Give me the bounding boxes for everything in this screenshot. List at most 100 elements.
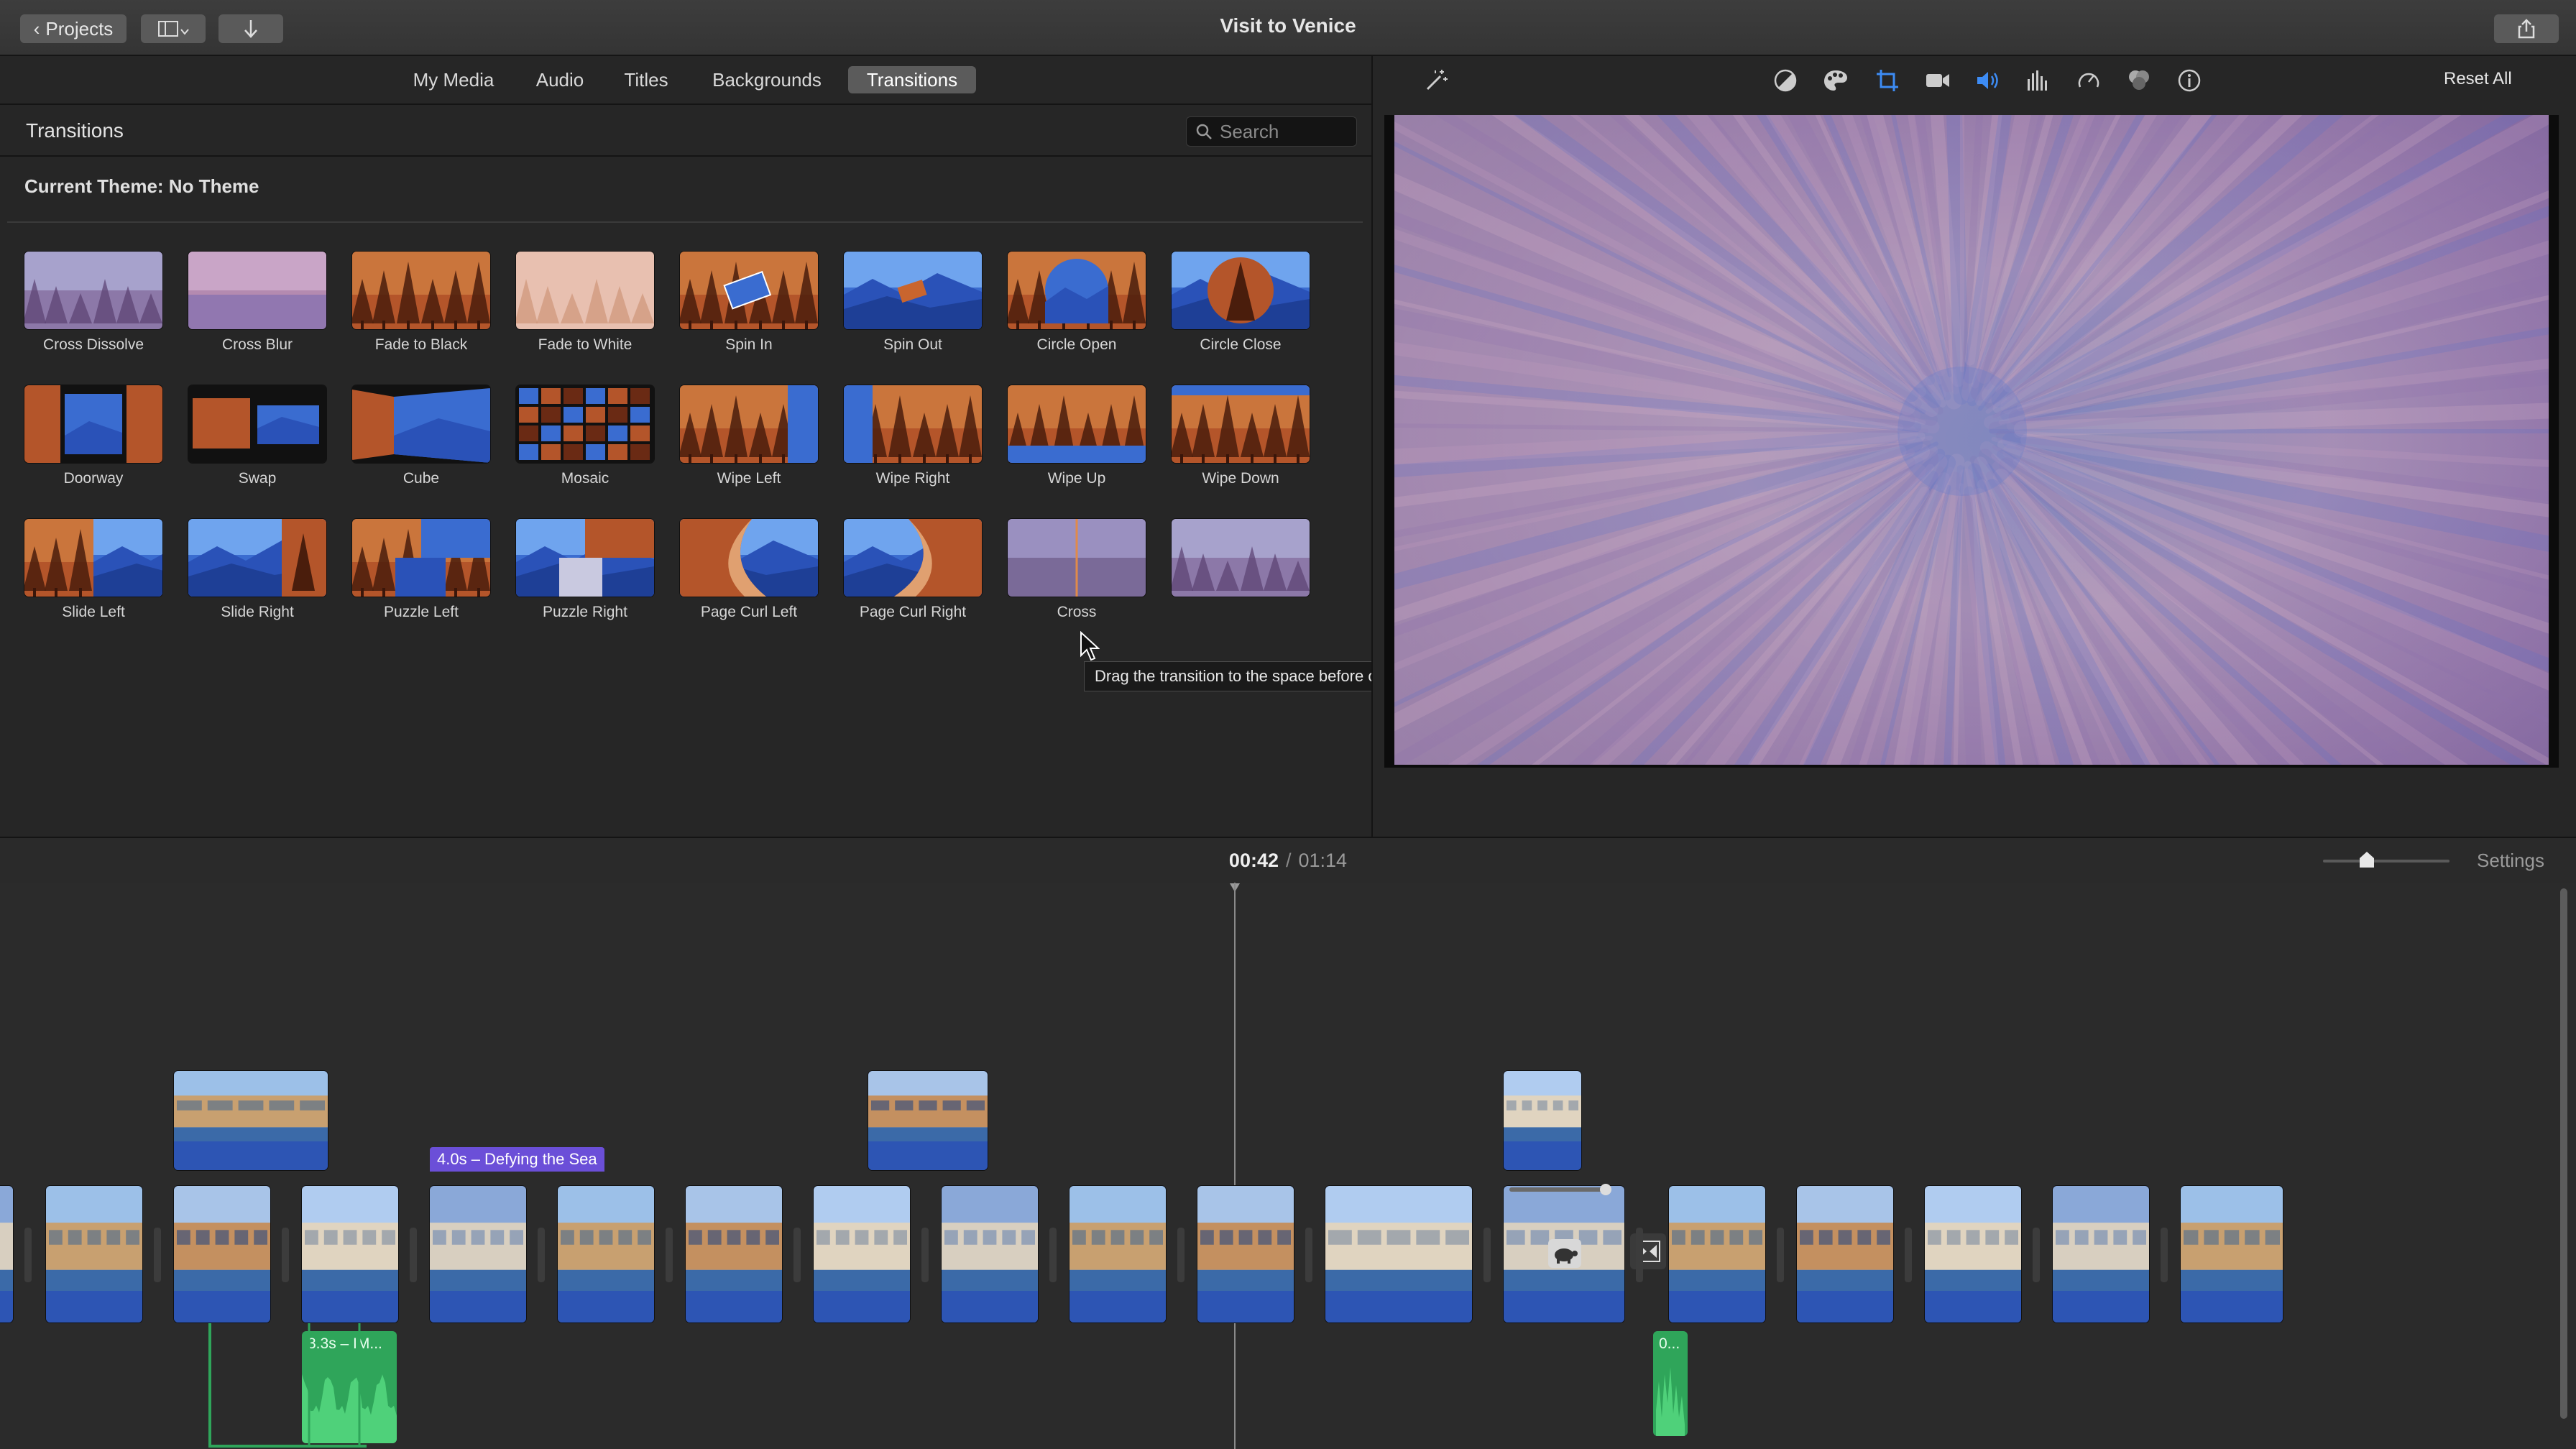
video-clip[interactable] [558,1186,654,1322]
transition-thumbnail[interactable] [844,252,982,329]
video-clip[interactable] [1797,1186,1893,1322]
color-balance-button[interactable] [1771,66,1800,95]
transition-thumbnail[interactable] [1008,385,1146,463]
clip-gap[interactable] [1049,1228,1057,1282]
transition-item[interactable]: Spin Out [842,252,986,367]
clip-gap[interactable] [1305,1228,1312,1282]
transition-item[interactable]: Wipe Down [1170,385,1314,500]
transition-item[interactable]: Cross Dissolve [23,252,167,367]
transition-thumbnail[interactable] [188,519,326,597]
transition-thumbnail[interactable] [516,519,654,597]
zoom-slider-knob[interactable] [2359,851,2375,868]
volume-button[interactable] [1974,66,2002,95]
clip-gap[interactable] [1636,1228,1643,1282]
search-field[interactable] [1186,116,1357,147]
transition-thumbnail[interactable] [516,252,654,329]
video-clip[interactable] [686,1186,782,1322]
clip-gap[interactable] [794,1228,801,1282]
transition-item[interactable]: Mosaic [515,385,658,500]
stabilization-button[interactable] [1923,66,1952,95]
share-button[interactable] [2494,14,2559,43]
transition-thumbnail[interactable] [680,385,818,463]
video-clip[interactable] [1669,1186,1765,1322]
transition-item[interactable]: Cross Blur [187,252,331,367]
clip-gap[interactable] [1905,1228,1912,1282]
enhance-button[interactable] [1422,66,1450,95]
speed-button[interactable] [2074,66,2103,95]
transition-item[interactable]: Doorway [23,385,167,500]
clip-gap[interactable] [154,1228,161,1282]
transition-item[interactable] [1170,519,1314,634]
transition-thumbnail[interactable] [24,519,162,597]
transition-thumbnail[interactable] [188,252,326,329]
transition-thumbnail[interactable] [24,252,162,329]
transition-thumbnail[interactable] [1172,252,1310,329]
timeline[interactable]: 4.0s – Defying the Sea 3.3s – IM... 0... [0,883,2576,1449]
clip-gap[interactable] [921,1228,929,1282]
transition-thumbnail[interactable] [680,252,818,329]
transition-item[interactable]: Slide Right [187,519,331,634]
clip-gap[interactable] [410,1228,417,1282]
timeline-settings-button[interactable]: Settings [2477,850,2544,872]
transition-item[interactable]: Swap [187,385,331,500]
transition-item[interactable]: Slide Left [23,519,167,634]
video-preview[interactable] [1384,115,2559,768]
clip-gap[interactable] [1177,1228,1184,1282]
video-clip[interactable] [942,1186,1038,1322]
clip-gap[interactable] [666,1228,673,1282]
transition-thumbnail[interactable] [844,385,982,463]
title-clip-label[interactable]: 4.0s – Defying the Sea [430,1147,604,1172]
transition-item[interactable]: Wipe Left [678,385,822,500]
transition-thumbnail[interactable] [516,385,654,463]
video-clip[interactable] [0,1186,13,1322]
video-clip[interactable] [1925,1186,2021,1322]
transition-thumbnail[interactable] [1172,519,1310,597]
transition-thumbnail[interactable] [1172,385,1310,463]
video-clip[interactable] [46,1186,142,1322]
transition-item[interactable]: Wipe Right [842,385,986,500]
transition-item[interactable]: Cube [351,385,494,500]
transition-item[interactable]: Fade to Black [351,252,494,367]
clip-gap[interactable] [1777,1228,1784,1282]
clip-gap[interactable] [1484,1228,1491,1282]
transition-thumbnail[interactable] [352,385,490,463]
timeline-vertical-scrollbar[interactable] [2560,888,2567,1419]
tab-transitions[interactable]: Transitions [848,66,976,93]
transition-thumbnail[interactable] [844,519,982,597]
reset-all-button[interactable]: Reset All [2444,69,2512,89]
transition-item[interactable]: Spin In [678,252,822,367]
transition-thumbnail[interactable] [680,519,818,597]
transition-item[interactable]: Circle Close [1170,252,1314,367]
cutaway-clip[interactable] [174,1071,328,1170]
transition-thumbnail[interactable] [24,385,162,463]
clip-gap[interactable] [2161,1228,2168,1282]
tab-my-media[interactable]: My Media [405,66,502,93]
tab-backgrounds[interactable]: Backgrounds [706,66,828,93]
clip-speed-slider[interactable] [1509,1184,1611,1195]
video-clip[interactable] [2181,1186,2283,1322]
tab-titles[interactable]: Titles [615,66,677,93]
clip-gap[interactable] [282,1228,289,1282]
video-clip[interactable] [814,1186,910,1322]
color-correction-button[interactable] [1821,66,1850,95]
clip-gap[interactable] [538,1228,545,1282]
video-clip[interactable] [1070,1186,1166,1322]
equalizer-button[interactable] [2024,66,2053,95]
transition-item[interactable]: Puzzle Left [351,519,494,634]
transition-item[interactable]: Fade to White [515,252,658,367]
crop-button[interactable] [1873,66,1902,95]
transition-item[interactable]: Page Curl Right [842,519,986,634]
video-clip[interactable] [1325,1186,1472,1322]
transition-item[interactable]: Page Curl Left [678,519,822,634]
transition-item[interactable]: Wipe Up [1006,385,1150,500]
search-input[interactable] [1218,119,1351,144]
cutaway-clip[interactable] [1504,1071,1581,1170]
clip-gap[interactable] [24,1228,32,1282]
transition-thumbnail[interactable] [352,252,490,329]
playhead[interactable] [1234,883,1236,1449]
clip-filter-button[interactable] [2125,66,2153,95]
transition-thumbnail[interactable] [1008,252,1146,329]
transition-item[interactable]: Puzzle Right [515,519,658,634]
video-clip[interactable] [302,1186,398,1322]
timeline-zoom-slider[interactable] [2323,860,2450,862]
